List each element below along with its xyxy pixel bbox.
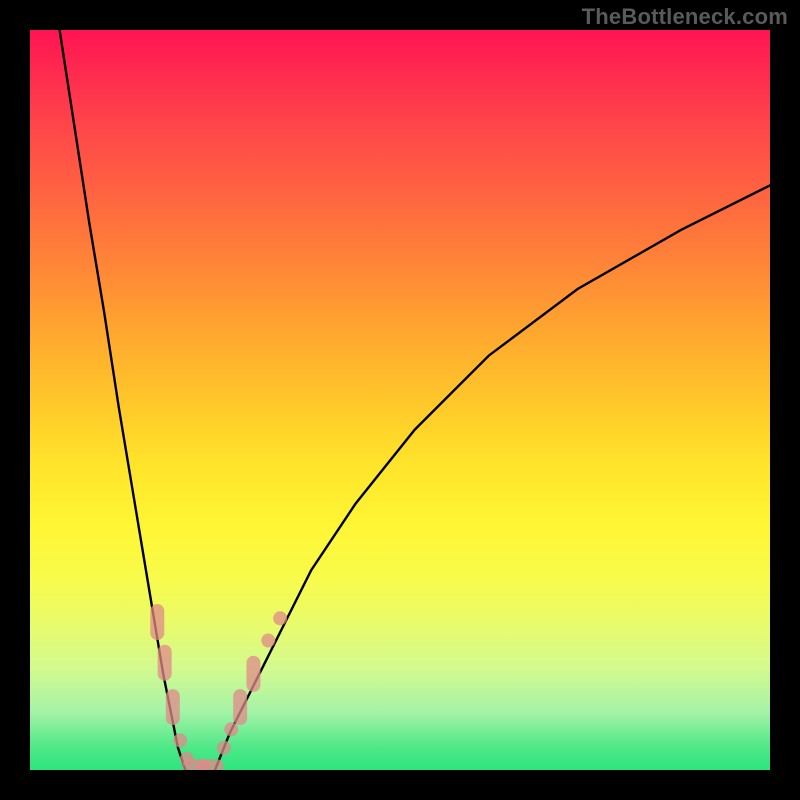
data-marker bbox=[233, 689, 247, 725]
curve-layer bbox=[30, 30, 770, 770]
watermark-text: TheBottleneck.com bbox=[582, 4, 788, 30]
data-marker bbox=[166, 689, 180, 725]
data-marker bbox=[173, 733, 187, 747]
data-marker bbox=[273, 611, 287, 625]
data-markers bbox=[150, 604, 287, 770]
plot-area bbox=[30, 30, 770, 770]
right-valley-curve bbox=[215, 185, 770, 770]
data-marker bbox=[261, 634, 275, 648]
data-marker bbox=[224, 722, 238, 736]
chart-frame: TheBottleneck.com bbox=[0, 0, 800, 800]
data-marker bbox=[158, 645, 172, 681]
data-marker bbox=[150, 604, 164, 640]
data-marker bbox=[196, 759, 224, 770]
data-marker bbox=[217, 741, 231, 755]
data-marker bbox=[246, 656, 260, 692]
